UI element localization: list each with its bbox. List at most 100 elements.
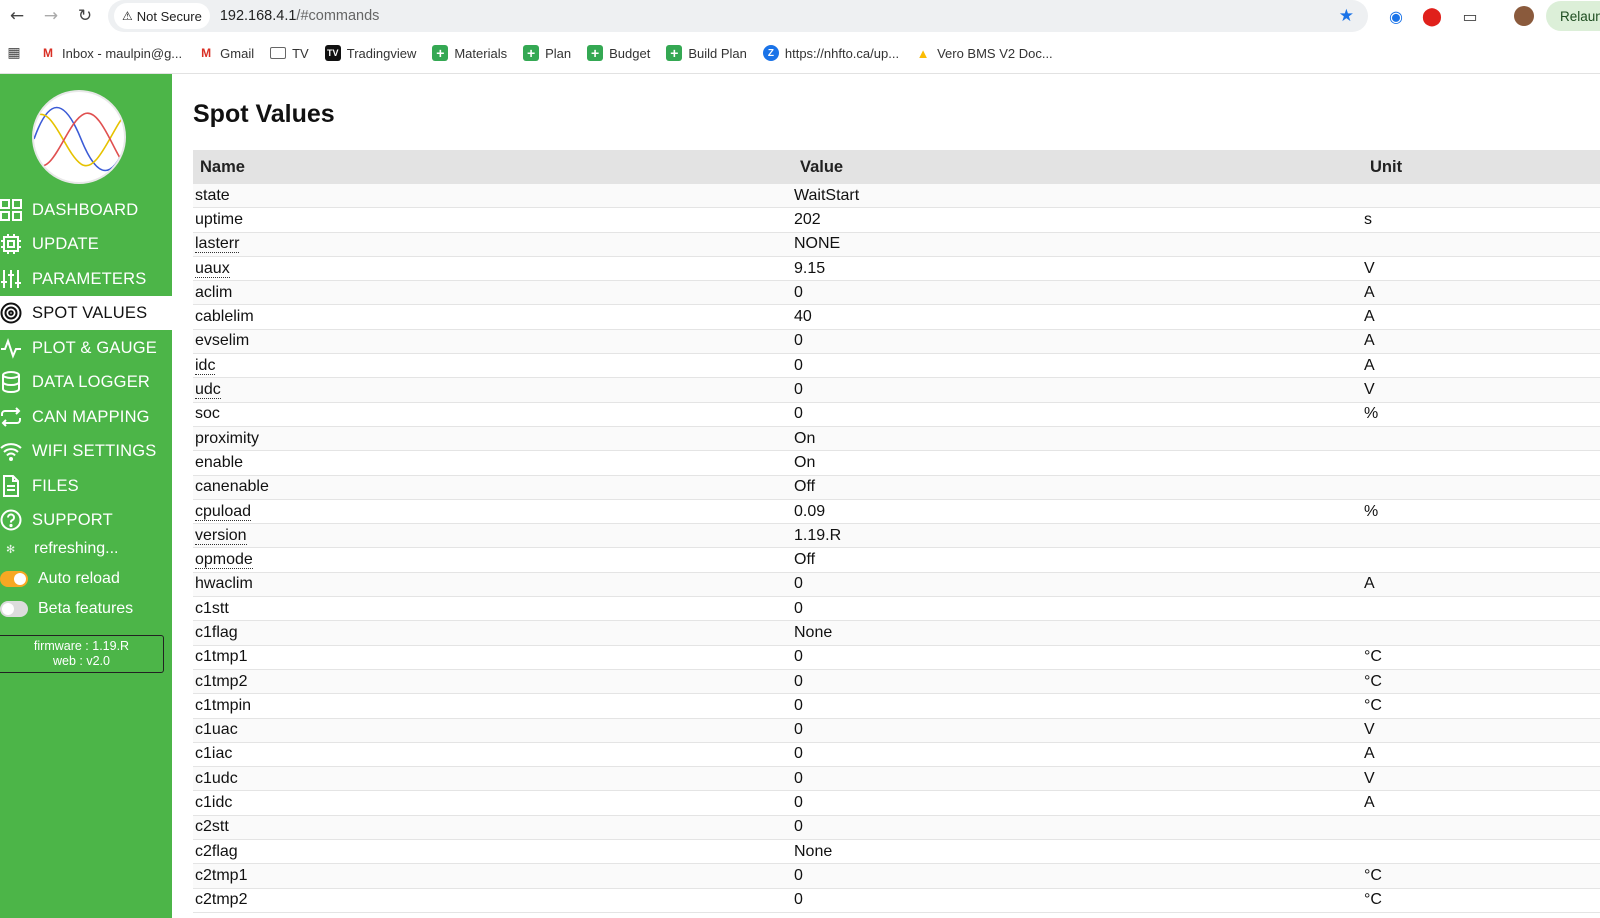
- spot-name-cell: soc: [193, 405, 793, 423]
- bookmark-tv[interactable]: TV: [270, 46, 309, 61]
- bookmark-gmail[interactable]: M Gmail: [198, 45, 254, 61]
- spot-name[interactable]: opmode: [195, 551, 253, 570]
- spot-name: c2flag: [195, 842, 238, 860]
- spot-name-cell: c2flag: [193, 843, 793, 861]
- table-row: opmode Off: [193, 548, 1600, 573]
- sidebar-item-dashboard[interactable]: DASHBOARD: [0, 193, 172, 227]
- sidebar-item-plot-gauge[interactable]: PLOT & GAUGE: [0, 331, 172, 365]
- sidebar-item-data-logger[interactable]: DATA LOGGER: [0, 365, 172, 399]
- file-icon: [0, 474, 26, 498]
- avatar[interactable]: [1514, 6, 1534, 26]
- drive-icon: ▲: [916, 45, 930, 61]
- spot-name: canenable: [195, 478, 269, 496]
- bookmark-tradingview[interactable]: TV Tradingview: [324, 45, 416, 61]
- spot-name: aclim: [195, 283, 233, 301]
- table-row: uaux 9.15 V: [193, 257, 1600, 282]
- spot-name[interactable]: idc: [195, 356, 216, 375]
- bookmark-inbox[interactable]: M Inbox - maulpin@g...: [40, 45, 182, 61]
- spot-unit: V: [1364, 381, 1375, 399]
- spot-name-cell: lasterr: [193, 235, 793, 254]
- password-manager-icon[interactable]: ◉: [1386, 6, 1406, 26]
- spot-value: 0: [794, 721, 803, 739]
- version-info-box: firmware : 1.19.R web : v2.0: [0, 635, 164, 673]
- browser-toolbar: ← → ↻ ⚠ Not Secure 192.168.4.1/#commands…: [0, 0, 1600, 32]
- beta-features-toggle[interactable]: [0, 601, 28, 617]
- spot-name: c2tmp2: [195, 891, 248, 909]
- spot-name: c1tmp2: [195, 672, 248, 690]
- bookmark-label: https://nhfto.ca/up...: [784, 45, 900, 61]
- bookmark-label: Budget: [609, 45, 651, 61]
- app-logo[interactable]: [32, 90, 126, 184]
- spot-name: uptime: [195, 210, 244, 228]
- table-row: canenable Off: [193, 475, 1600, 500]
- spot-value: 202: [794, 210, 821, 228]
- bookmark-vero-bms[interactable]: ▲ Vero BMS V2 Doc...: [915, 45, 1053, 61]
- opera-icon[interactable]: ⬤: [1422, 6, 1442, 27]
- sidebar-item-files[interactable]: FILES: [0, 469, 172, 503]
- spot-name: c1tmpin: [195, 696, 252, 714]
- sidebar-item-label: DASHBOARD: [32, 200, 139, 219]
- spot-name[interactable]: lasterr: [195, 235, 240, 254]
- spot-name[interactable]: version: [195, 526, 247, 545]
- column-header-name[interactable]: Name: [193, 158, 793, 177]
- spot-value: 9.15: [794, 259, 826, 277]
- bookmark-budget[interactable]: + Budget: [587, 45, 650, 61]
- spot-unit: °C: [1364, 891, 1382, 909]
- sidebar-item-label: FILES: [32, 476, 79, 495]
- spot-name-cell: cpuload: [193, 502, 793, 521]
- spot-name: soc: [195, 405, 220, 423]
- auto-reload-label: Auto reload: [38, 570, 120, 587]
- spot-name: c1idc: [195, 794, 233, 812]
- url-text[interactable]: 192.168.4.1/#commands: [220, 8, 380, 24]
- table-row: enable On: [193, 451, 1600, 476]
- spot-name[interactable]: uaux: [195, 259, 230, 278]
- sidebar-item-wifi-settings[interactable]: WIFI SETTINGS: [0, 434, 172, 468]
- spot-name: enable: [195, 453, 244, 471]
- auto-reload-row[interactable]: Auto reload: [0, 566, 172, 592]
- spot-name-cell: c1tmp2: [193, 673, 793, 691]
- sidebar-item-parameters[interactable]: PARAMETERS: [0, 262, 172, 296]
- spot-value: 0: [794, 283, 803, 301]
- forward-icon[interactable]: →: [34, 0, 68, 32]
- reload-icon[interactable]: ↻: [68, 0, 102, 32]
- dashboard-icon: [0, 198, 26, 222]
- spot-name-cell: canenable: [193, 478, 793, 496]
- bookmark-star-icon[interactable]: ★: [1339, 6, 1354, 26]
- bookmark-nhfto[interactable]: Zhttps://nhfto.ca/up...: [762, 45, 900, 61]
- spot-unit: A: [1364, 283, 1375, 301]
- address-bar[interactable]: ⚠ Not Secure 192.168.4.1/#commands ★: [108, 0, 1368, 32]
- spot-name-cell: c1udc: [193, 770, 793, 788]
- extensions-icon[interactable]: ▭: [1460, 6, 1480, 26]
- spot-name[interactable]: cpuload: [195, 502, 252, 521]
- spot-value: 1.19.R: [794, 526, 842, 544]
- table-header: Name Value Unit: [193, 150, 1600, 184]
- spot-unit: A: [1364, 575, 1375, 593]
- security-chip[interactable]: ⚠ Not Secure: [114, 3, 210, 29]
- relaunch-button[interactable]: Relaun: [1546, 1, 1600, 31]
- beta-features-row[interactable]: Beta features: [0, 596, 172, 622]
- sidebar-item-update[interactable]: UPDATE: [0, 227, 172, 261]
- table-body: state WaitStart uptime 202 s lasterr NONE uaux 9…: [193, 184, 1600, 913]
- spot-unit: °C: [1364, 672, 1382, 690]
- spot-unit: V: [1364, 721, 1375, 739]
- bookmark-build-plan[interactable]: + Build Plan: [666, 45, 747, 61]
- bookmark-materials[interactable]: + Materials: [432, 45, 507, 61]
- apps-grid-icon[interactable]: ▦: [0, 37, 28, 69]
- database-icon: [0, 370, 26, 394]
- column-header-unit[interactable]: Unit: [1363, 158, 1600, 177]
- spot-name: c1flag: [195, 623, 238, 641]
- sidebar-item-spot-values[interactable]: SPOT VALUES: [0, 296, 172, 330]
- sidebar-item-support[interactable]: SUPPORT: [0, 503, 172, 537]
- spot-name-cell: version: [193, 526, 793, 545]
- spot-name[interactable]: udc: [195, 381, 221, 400]
- table-row: version 1.19.R: [193, 524, 1600, 549]
- spot-value: On: [794, 429, 816, 447]
- spot-unit: °C: [1364, 648, 1382, 666]
- auto-reload-toggle[interactable]: [0, 571, 28, 587]
- sidebar-item-label: PLOT & GAUGE: [32, 338, 157, 357]
- sidebar-item-can-mapping[interactable]: CAN MAPPING: [0, 400, 172, 434]
- bookmark-plan[interactable]: + Plan: [523, 45, 571, 61]
- column-header-value[interactable]: Value: [793, 158, 1363, 177]
- spot-value: Off: [794, 551, 816, 569]
- back-icon[interactable]: ←: [0, 0, 34, 32]
